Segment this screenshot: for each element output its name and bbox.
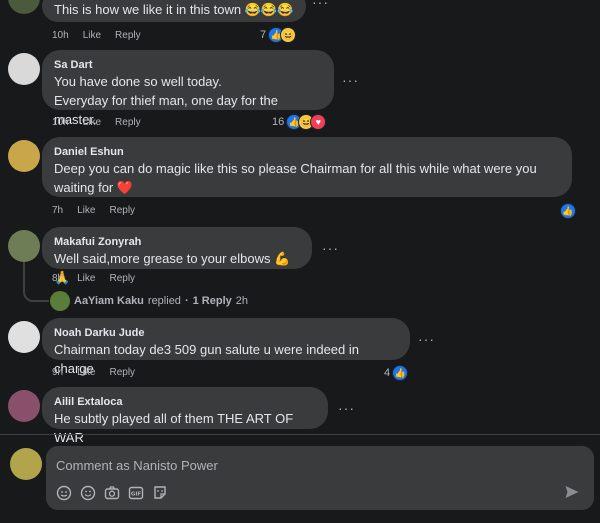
comment-bubble: Ailil Extaloca He subtly played all of t… (42, 387, 328, 445)
avatar[interactable] (8, 53, 40, 85)
timestamp[interactable]: 8h (52, 273, 63, 284)
reply-button[interactable]: Reply (115, 117, 141, 128)
comment-actions: 10h Like Reply (52, 117, 141, 128)
commenter-name[interactable]: Makafui Zonyrah (54, 235, 300, 249)
reply-separator: · (184, 295, 189, 307)
reaction-count: 16 (272, 116, 285, 128)
more-options-icon[interactable]: ··· (338, 400, 355, 416)
commenter-name[interactable]: Sa Dart (54, 58, 322, 72)
comment-bubble: Sa Dart You have done so well today. Eve… (42, 50, 334, 127)
avatar[interactable] (8, 140, 40, 172)
avatar-sticker-icon[interactable] (152, 485, 168, 501)
comment-input[interactable] (54, 454, 538, 476)
send-icon[interactable] (564, 484, 580, 500)
reply-time: 2h (235, 295, 248, 307)
comment-actions: 10h Like Reply (52, 30, 141, 41)
timestamp[interactable]: 10h (52, 117, 69, 128)
more-options-icon[interactable]: ··· (418, 331, 435, 347)
current-user-avatar (10, 448, 42, 480)
sticker-icon[interactable] (56, 485, 72, 501)
divider (0, 434, 600, 435)
comment-actions: 7h Like Reply (52, 205, 135, 216)
comment-bubble: Makafui Zonyrah Well said,more grease to… (42, 227, 312, 285)
haha-reaction-icon: 😆 (280, 27, 297, 43)
reply-user: AaYiam Kaku (74, 295, 144, 307)
comment-text: Deep you can do magic like this so pleas… (54, 161, 537, 195)
comment-bubble: Noah Darku Jude Chairman today de3 509 g… (42, 318, 410, 376)
more-options-icon[interactable]: ··· (312, 0, 329, 10)
like-reaction-icon: 👍 (560, 203, 576, 219)
comment-actions: 9h Like Reply (52, 367, 135, 378)
love-reaction-icon: ♥ (310, 114, 327, 130)
commenter-name[interactable]: Daniel Eshun (54, 145, 560, 159)
avatar[interactable] (8, 230, 40, 262)
comment-text: This is how we like it in this town 😂😂😂 (54, 2, 294, 17)
commenter-name[interactable]: Noah Darku Jude (54, 326, 398, 340)
reaction-summary[interactable]: 16 👍 😆 ♥ (272, 114, 327, 130)
comment-composer: GIF (46, 446, 594, 510)
reaction-summary[interactable]: 👍 (560, 203, 576, 219)
more-options-icon[interactable]: ··· (322, 240, 339, 256)
reaction-count: 7 (260, 29, 267, 41)
svg-text:GIF: GIF (131, 492, 142, 498)
like-button[interactable]: Like (77, 367, 95, 378)
timestamp[interactable]: 10h (52, 30, 69, 41)
reaction-count: 4 (384, 367, 391, 379)
timestamp[interactable]: 7h (52, 205, 63, 216)
comment-actions: 8h Like Reply (52, 273, 135, 284)
like-button[interactable]: Like (77, 273, 95, 284)
commenter-name[interactable]: Ailil Extaloca (54, 395, 316, 409)
reply-action: replied (147, 295, 181, 307)
comment-text: He subtly played all of them THE ART OF … (54, 411, 297, 445)
reaction-summary[interactable]: 4 👍 (384, 365, 409, 381)
like-button[interactable]: Like (77, 205, 95, 216)
avatar[interactable] (8, 390, 40, 422)
reply-count: 1 Reply (192, 295, 232, 307)
timestamp[interactable]: 9h (52, 367, 63, 378)
reaction-summary[interactable]: 7 👍 😆 (260, 27, 297, 43)
gif-icon[interactable]: GIF (128, 485, 144, 501)
comment-bubble: This is how we like it in this town 😂😂😂 (42, 0, 306, 22)
camera-icon[interactable] (104, 485, 120, 501)
avatar[interactable] (8, 321, 40, 353)
view-replies-link[interactable]: AaYiam Kaku replied · 1 Reply 2h (50, 291, 248, 311)
avatar[interactable] (8, 0, 40, 14)
reply-button[interactable]: Reply (109, 273, 135, 284)
emoji-icon[interactable] (80, 485, 96, 501)
more-options-icon[interactable]: ··· (342, 72, 359, 88)
comment-bubble: Daniel Eshun Deep you can do magic like … (42, 137, 572, 197)
reply-avatar (50, 291, 70, 311)
like-button[interactable]: Like (83, 117, 101, 128)
thread-connector (23, 262, 49, 302)
like-button[interactable]: Like (83, 30, 101, 41)
like-reaction-icon: 👍 (392, 365, 409, 381)
reply-button[interactable]: Reply (109, 367, 135, 378)
reply-button[interactable]: Reply (109, 205, 135, 216)
reply-button[interactable]: Reply (115, 30, 141, 41)
